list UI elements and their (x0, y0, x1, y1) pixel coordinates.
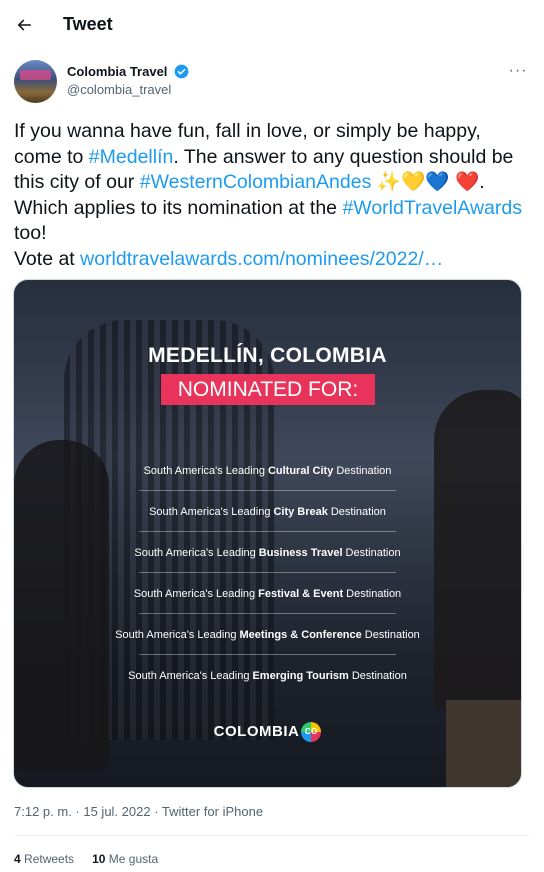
nomination-bold: City Break (273, 505, 328, 518)
nomination-bold: Festival & Event (258, 587, 344, 600)
nomination-item: South America's Leading Festival & Event D… (14, 573, 521, 614)
nomination-pre: South America's Leading (143, 464, 265, 477)
nomination-pre: South America's Leading (149, 505, 271, 518)
media-title: MEDELLÍN, COLOMBIA (148, 344, 387, 367)
nomination-item: South America's Leading Cultural City Dest… (14, 450, 521, 491)
author-name[interactable]: Colombia Travel (67, 64, 167, 79)
media-subtitle: NOMINATED FOR: (161, 374, 375, 405)
retweets-stat[interactable]: 4 Retweets (14, 852, 74, 866)
tweet-link[interactable]: #WorldTravelAwards (342, 197, 522, 219)
nominations-list: South America's Leading Cultural City Dest… (14, 450, 521, 696)
co-logo-icon: CO (301, 722, 322, 742)
nomination-item: South America's Leading Meetings & Confer… (14, 614, 521, 655)
tweet-header: Tweet (0, 0, 544, 50)
nomination-pre: South America's Leading (128, 669, 250, 682)
tweet-text-segment: too! (14, 222, 47, 244)
nomination-pre: South America's Leading (134, 546, 256, 559)
nomination-bold: Emerging Tourism (252, 669, 349, 682)
tweet-link[interactable]: #WesternColombianAndes (140, 171, 372, 193)
nomination-bold: Cultural City (267, 464, 334, 477)
nomination-item: South America's Leading Emerging Tourism D… (14, 655, 521, 696)
arrow-left-icon (17, 19, 31, 31)
nomination-post: Destination (364, 628, 420, 641)
avatar[interactable] (14, 60, 57, 103)
nomination-pre: South America's Leading (133, 587, 256, 600)
nomination-post: Destination (330, 505, 386, 518)
tweet-link[interactable]: #Medellín (89, 146, 174, 168)
back-button[interactable] (12, 11, 36, 39)
page-title: Tweet (63, 14, 113, 34)
nomination-post: Destination (351, 669, 407, 682)
nomination-post: Destination (345, 546, 401, 559)
nomination-bold: Meetings & Conference (239, 628, 362, 641)
tweet-timestamp[interactable]: 7:12 p. m. · 15 jul. 2022 · Twitter for … (14, 804, 263, 819)
tweet-stats: 4 Retweets 10 Me gusta (14, 852, 158, 866)
nomination-post: Destination (346, 587, 402, 600)
more-options-button[interactable]: ··· (506, 61, 530, 81)
divider (14, 835, 530, 836)
nomination-item: South America's Leading City Break Destina… (14, 491, 521, 532)
tweet-author: Colombia Travel @colombia_travel ··· (14, 60, 530, 104)
tweet-text-segment: Vote at (14, 247, 81, 270)
likes-stat[interactable]: 10 Me gusta (92, 852, 158, 866)
nomination-pre: South America's Leading (115, 628, 237, 641)
verified-badge-icon (174, 64, 189, 79)
nomination-item: South America's Leading Business Travel De… (14, 532, 521, 573)
more-dots-icon: ··· (508, 62, 528, 79)
tweet-link[interactable]: worldtravelawards.com/nominees/2022/… (80, 248, 443, 270)
tweet-media-image[interactable]: MEDELLÍN, COLOMBIA NOMINATED FOR: South … (13, 279, 522, 788)
nomination-bold: Business Travel (258, 546, 343, 559)
nomination-post: Destination (336, 464, 392, 477)
tweet-text: If you wanna have fun, fall in love, or … (14, 119, 530, 272)
colombia-logo: COLOMBIA CO (14, 722, 521, 742)
author-handle[interactable]: @colombia_travel (67, 82, 171, 97)
